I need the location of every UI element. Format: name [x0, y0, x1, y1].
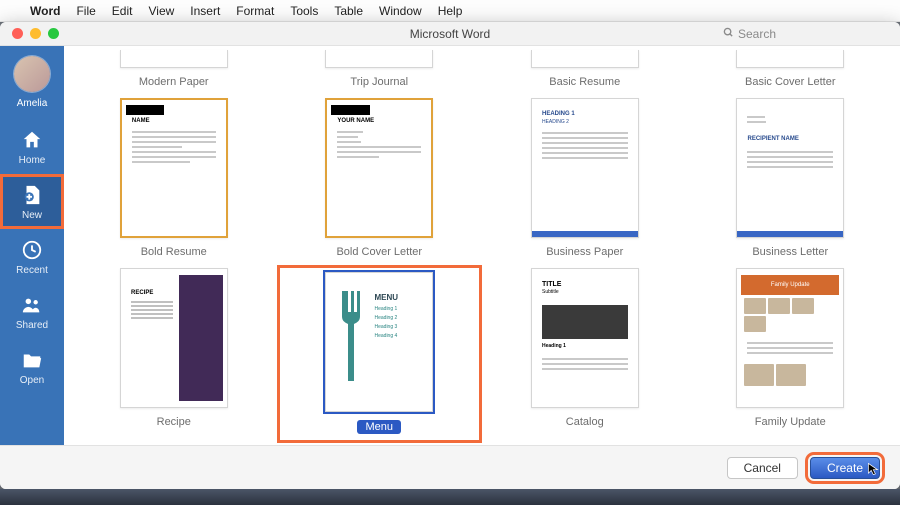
dialog-footer: Cancel Create: [0, 445, 900, 489]
template-label: Bold Cover Letter: [336, 246, 422, 258]
template-trip-journal[interactable]: Trip Journal: [280, 50, 480, 88]
template-search[interactable]: [723, 27, 888, 41]
sidebar: Amelia Home New Recent Shared Open: [0, 46, 64, 445]
template-search-input[interactable]: [738, 27, 888, 41]
preview-heading: Heading 2: [374, 315, 398, 321]
sidebar-item-shared[interactable]: Shared: [0, 284, 64, 339]
menubar-format[interactable]: Format: [236, 4, 274, 18]
template-label: Catalog: [566, 416, 604, 428]
window-titlebar: Microsoft Word: [0, 22, 900, 46]
template-label: Trip Journal: [350, 76, 408, 88]
sidebar-item-new[interactable]: New: [0, 174, 64, 229]
preview-heading: Heading 3: [374, 324, 398, 330]
preview-heading: Heading 1: [374, 306, 398, 312]
preview-heading: HEADING 1: [536, 105, 634, 119]
template-basic-cover-letter[interactable]: Basic Cover Letter: [691, 50, 891, 88]
template-menu[interactable]: MENU Heading 1 Heading 2 Heading 3 Headi…: [280, 268, 480, 440]
template-gallery-window: Microsoft Word Amelia Home New Recent: [0, 22, 900, 489]
user-avatar[interactable]: [14, 56, 50, 92]
template-label: Business Paper: [546, 246, 623, 258]
sidebar-item-label: New: [22, 210, 42, 221]
menubar-window[interactable]: Window: [379, 4, 422, 18]
template-business-letter[interactable]: RECIPIENT NAME Business Letter: [691, 98, 891, 258]
preview-recipient: RECIPIENT NAME: [741, 130, 839, 144]
sidebar-item-label: Home: [19, 155, 46, 166]
preview-name: YOUR NAME: [331, 115, 427, 124]
sidebar-item-label: Recent: [16, 265, 48, 276]
menubar-insert[interactable]: Insert: [190, 4, 220, 18]
template-label: Bold Resume: [141, 246, 207, 258]
user-name: Amelia: [17, 98, 48, 109]
template-label: Modern Paper: [139, 76, 209, 88]
cancel-button[interactable]: Cancel: [727, 457, 798, 479]
sidebar-item-open[interactable]: Open: [0, 339, 64, 394]
preview-banner: Family Update: [741, 275, 839, 295]
new-document-icon: [21, 184, 43, 206]
folder-open-icon: [21, 349, 43, 371]
template-label: Basic Cover Letter: [745, 76, 835, 88]
template-business-paper[interactable]: HEADING 1 HEADING 2 Business Paper: [485, 98, 685, 258]
template-gallery[interactable]: Modern Paper Trip Journal Basic Resume B…: [64, 46, 900, 445]
template-bold-resume[interactable]: NAME Bold Resume: [74, 98, 274, 258]
preview-name: NAME: [126, 115, 222, 124]
preview-heading: Heading 4: [374, 333, 398, 339]
template-label: Basic Resume: [549, 76, 620, 88]
mouse-cursor-icon: [867, 462, 881, 476]
mac-menubar: Word File Edit View Insert Format Tools …: [0, 0, 900, 22]
template-label: Family Update: [755, 416, 826, 428]
template-recipe[interactable]: RECIPE Recipe: [74, 268, 274, 440]
menubar-tools[interactable]: Tools: [290, 4, 318, 18]
preview-title: MENU: [374, 293, 398, 302]
preview-title: TITLE: [542, 281, 561, 288]
sidebar-item-recent[interactable]: Recent: [0, 229, 64, 284]
desktop-background: [0, 489, 900, 505]
search-icon: [723, 27, 734, 41]
home-icon: [21, 129, 43, 151]
sidebar-item-label: Open: [20, 375, 44, 386]
template-catalog[interactable]: TITLESubtitle Heading 1 Catalog: [485, 268, 685, 440]
preview-heading: Heading 1: [542, 343, 566, 349]
template-bold-cover-letter[interactable]: YOUR NAME Bold Cover Letter: [280, 98, 480, 258]
create-button[interactable]: Create: [810, 457, 880, 479]
menubar-edit[interactable]: Edit: [112, 4, 133, 18]
sidebar-item-label: Shared: [16, 320, 48, 331]
menubar-file[interactable]: File: [76, 4, 95, 18]
menubar-view[interactable]: View: [148, 4, 174, 18]
recent-icon: [21, 239, 43, 261]
create-button-label: Create: [827, 461, 863, 475]
preview-title: RECIPE: [131, 290, 153, 296]
template-label: Business Letter: [752, 246, 828, 258]
template-label: Recipe: [157, 416, 191, 428]
preview-subtitle: Subtitle: [542, 289, 559, 295]
template-label: Menu: [357, 420, 401, 434]
menubar-app[interactable]: Word: [30, 4, 60, 18]
menubar-help[interactable]: Help: [438, 4, 463, 18]
template-basic-resume[interactable]: Basic Resume: [485, 50, 685, 88]
template-family-update[interactable]: Family Update Family Update: [691, 268, 891, 440]
sidebar-item-home[interactable]: Home: [0, 119, 64, 174]
fork-icon: [338, 291, 370, 386]
menubar-table[interactable]: Table: [334, 4, 363, 18]
template-modern-paper[interactable]: Modern Paper: [74, 50, 274, 88]
shared-icon: [21, 294, 43, 316]
